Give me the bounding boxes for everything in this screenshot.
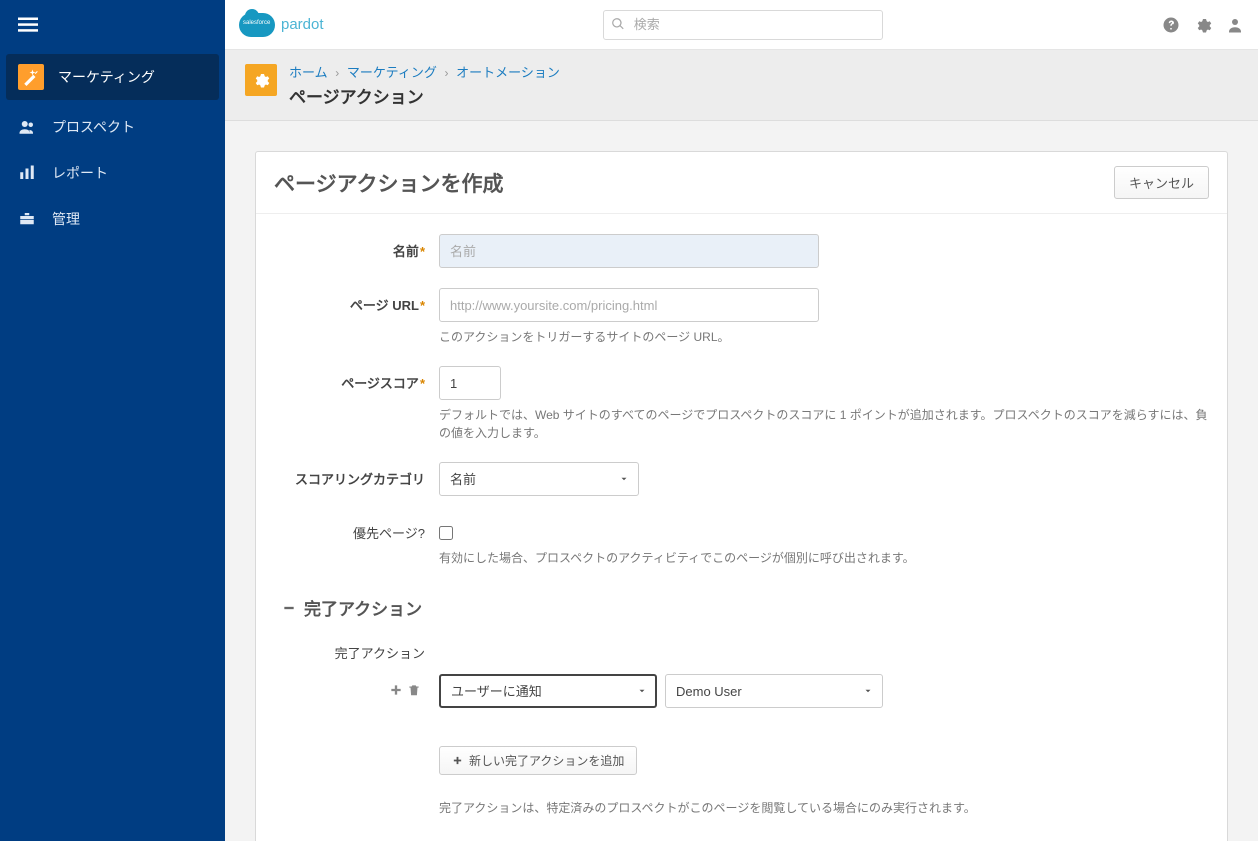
completion-section-title: 完了アクション <box>304 595 422 620</box>
main-area: pardot ホーム › マーケティング › <box>225 0 1258 841</box>
url-label: ページ URL* <box>274 288 439 314</box>
topbar: pardot <box>225 0 1258 50</box>
breadcrumb-sep: › <box>335 66 339 80</box>
completion-action-select[interactable]: ユーザーに通知 <box>439 674 657 708</box>
score-input[interactable] <box>439 366 501 400</box>
page-gear-icon <box>245 64 277 96</box>
breadcrumb: ホーム › マーケティング › オートメーション <box>289 62 560 81</box>
salesforce-cloud-icon <box>239 13 275 37</box>
page-title: ページアクション <box>289 83 560 108</box>
menu-toggle-button[interactable] <box>0 0 56 50</box>
breadcrumb-link-automation[interactable]: オートメーション <box>456 65 560 80</box>
plus-icon[interactable] <box>389 683 403 697</box>
form-panel: ページアクションを作成 キャンセル 名前* ページ URL* <box>255 151 1228 841</box>
priority-checkbox[interactable] <box>439 526 453 540</box>
wand-icon <box>18 64 44 90</box>
panel-heading: ページアクションを作成 <box>274 168 504 198</box>
gear-icon[interactable] <box>1194 16 1212 34</box>
logo: pardot <box>239 13 324 37</box>
sidebar-item-label: 管理 <box>52 209 80 229</box>
search-icon <box>611 17 625 31</box>
breadcrumb-link-marketing[interactable]: マーケティング <box>347 65 437 80</box>
search-wrap <box>603 10 883 40</box>
hamburger-icon <box>17 15 39 35</box>
sidebar-item-label: マーケティング <box>58 67 155 87</box>
plus-icon <box>452 755 463 766</box>
logo-text: pardot <box>281 16 324 33</box>
priority-help: 有効にした場合、プロスペクトのアクティビティでこのページが個別に呼び出されます。 <box>439 549 1209 567</box>
sidebar-item-prospect[interactable]: プロスペクト <box>0 104 225 150</box>
content: ページアクションを作成 キャンセル 名前* ページ URL* <box>225 121 1258 841</box>
completion-note: 完了アクションは、特定済みのプロスペクトがこのページを閲覧している場合にのみ実行… <box>439 799 1209 817</box>
collapse-icon[interactable] <box>282 601 296 615</box>
score-label: ページスコア* <box>274 366 439 392</box>
breadcrumb-sep: › <box>444 66 448 80</box>
sidebar-item-report[interactable]: レポート <box>0 150 225 196</box>
sidebar-item-admin[interactable]: 管理 <box>0 196 225 242</box>
sidebar-item-label: プロスペクト <box>52 117 135 137</box>
breadcrumb-link-home[interactable]: ホーム <box>289 65 328 80</box>
url-input[interactable] <box>439 288 819 322</box>
search-input[interactable] <box>603 10 883 40</box>
cancel-button-top[interactable]: キャンセル <box>1114 166 1209 199</box>
score-help: デフォルトでは、Web サイトのすべてのページでプロスペクトのスコアに 1 ポイ… <box>439 406 1209 442</box>
user-icon[interactable] <box>1226 16 1244 34</box>
url-help: このアクションをトリガーするサイトのページ URL。 <box>439 328 1209 346</box>
category-select[interactable]: 名前 <box>439 462 639 496</box>
sidebar-item-marketing[interactable]: マーケティング <box>6 54 219 100</box>
briefcase-icon <box>16 208 38 230</box>
add-completion-action-button[interactable]: 新しい完了アクションを追加 <box>439 746 637 775</box>
help-icon[interactable] <box>1162 16 1180 34</box>
sidebar: マーケティング プロスペクト レポート 管理 <box>0 0 225 841</box>
priority-label: 優先ページ? <box>274 516 439 542</box>
sidebar-item-label: レポート <box>52 163 108 183</box>
users-icon <box>16 116 38 138</box>
breadcrumb-bar: ホーム › マーケティング › オートメーション ページアクション <box>225 50 1258 121</box>
completion-user-select[interactable]: Demo User <box>665 674 883 708</box>
trash-icon[interactable] <box>407 683 421 697</box>
completion-row-label: 完了アクション <box>274 636 439 662</box>
chart-icon <box>16 162 38 184</box>
name-label: 名前* <box>274 234 439 260</box>
category-label: スコアリングカテゴリ <box>274 462 439 488</box>
name-input[interactable] <box>439 234 819 268</box>
